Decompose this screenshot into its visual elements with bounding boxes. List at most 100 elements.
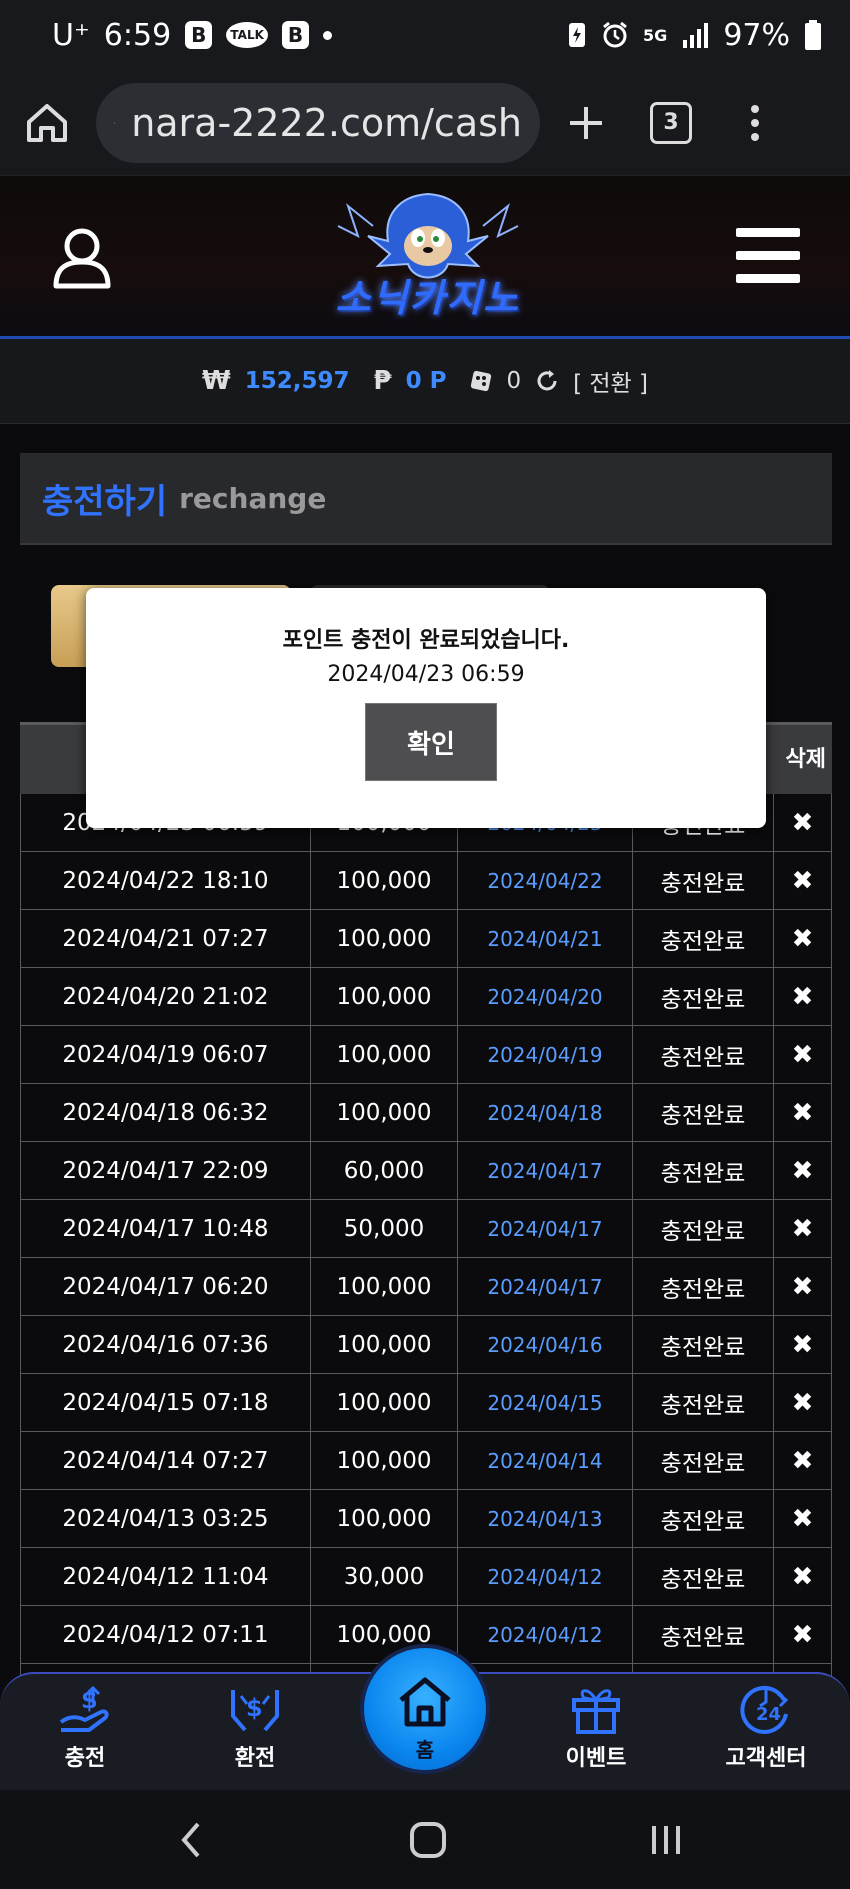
delete-icon[interactable]: ✖ (774, 1432, 832, 1489)
table-row: 2024/04/12 11:04 30,000 2024/04/12 충전완료 ✖ (20, 1548, 832, 1606)
delete-icon[interactable]: ✖ (774, 910, 832, 967)
nav-home-button[interactable]: 홈 (360, 1644, 490, 1774)
delete-icon[interactable]: ✖ (774, 1258, 832, 1315)
row-amount: 60,000 (311, 1142, 458, 1199)
b-app-icon: B (185, 21, 213, 49)
battery-icon (805, 20, 821, 50)
nav-exchange-label: 환전 (234, 1746, 276, 1771)
row-amount: 100,000 (311, 968, 458, 1025)
row-status: 충전완료 (633, 1548, 774, 1605)
table-row: 2024/04/18 06:32 100,000 2024/04/18 충전완료 ✖ (20, 1084, 832, 1142)
delete-icon[interactable]: ✖ (774, 1606, 832, 1663)
row-datetime: 2024/04/16 07:36 (20, 1316, 311, 1373)
row-datetime: 2024/04/14 07:27 (20, 1432, 311, 1489)
won-icon: ₩ (202, 366, 231, 396)
table-row: 2024/04/13 03:25 100,000 2024/04/13 충전완료 ✖ (20, 1490, 832, 1548)
user-icon[interactable] (52, 226, 112, 290)
nav-support[interactable]: 24 고객센터 (706, 1682, 826, 1772)
address-bar[interactable]: nara-2222.com/cash (96, 82, 540, 163)
tab-switcher[interactable]: 3 (650, 101, 692, 144)
table-row: 2024/04/17 22:09 60,000 2024/04/17 충전완료 ✖ (20, 1142, 832, 1200)
row-status: 충전완료 (633, 1316, 774, 1373)
table-row: 2024/04/17 10:48 50,000 2024/04/17 충전완료 ✖ (20, 1200, 832, 1258)
delete-icon[interactable]: ✖ (774, 968, 832, 1025)
row-status: 충전완료 (633, 1606, 774, 1663)
delete-icon[interactable]: ✖ (774, 794, 832, 851)
exchange-icon: $ (231, 1690, 279, 1732)
row-status: 충전완료 (633, 1490, 774, 1547)
back-icon[interactable] (176, 1820, 206, 1860)
row-datetime: 2024/04/22 18:10 (20, 852, 311, 909)
delete-icon[interactable]: ✖ (774, 1316, 832, 1373)
system-home-icon[interactable] (408, 1820, 448, 1860)
more-menu-icon[interactable] (748, 103, 762, 143)
charge-icon: $ (59, 1685, 109, 1732)
dialog-message: 포인트 충전이 완료되었습니다. (282, 628, 570, 653)
row-amount: 100,000 (311, 1432, 458, 1489)
battery-percent: 97% (723, 17, 790, 53)
hamburger-menu-icon[interactable] (736, 228, 800, 284)
home-nav-icon (399, 1677, 451, 1727)
delete-icon[interactable]: ✖ (774, 1490, 832, 1547)
table-row: 2024/04/16 07:36 100,000 2024/04/16 충전완료 ✖ (20, 1316, 832, 1374)
row-date: 2024/04/14 (458, 1432, 633, 1489)
nav-event-label: 이벤트 (565, 1746, 627, 1771)
row-status: 충전완료 (633, 1026, 774, 1083)
svg-text:$: $ (246, 1694, 263, 1722)
nav-event[interactable]: 이벤트 (536, 1682, 656, 1772)
home-icon[interactable] (24, 100, 70, 146)
count-value: 0 (506, 368, 522, 394)
delete-icon[interactable]: ✖ (774, 1084, 832, 1141)
row-date: 2024/04/19 (458, 1026, 633, 1083)
nav-home-label: 홈 (415, 1738, 435, 1762)
delete-icon[interactable]: ✖ (774, 1374, 832, 1431)
row-date: 2024/04/16 (458, 1316, 633, 1373)
new-tab-icon[interactable] (566, 103, 606, 143)
recents-icon[interactable] (648, 1820, 684, 1860)
row-datetime: 2024/04/20 21:02 (20, 968, 311, 1025)
row-date: 2024/04/13 (458, 1490, 633, 1547)
row-amount: 100,000 (311, 910, 458, 967)
table-row: 2024/04/19 06:07 100,000 2024/04/19 충전완료 ✖ (20, 1026, 832, 1084)
nav-exchange[interactable]: $ 환전 (195, 1682, 315, 1772)
row-date: 2024/04/18 (458, 1084, 633, 1141)
won-balance: 152,597 (244, 368, 350, 394)
alarm-icon (603, 21, 627, 48)
delete-icon[interactable]: ✖ (774, 1142, 832, 1199)
delete-icon[interactable]: ✖ (774, 1200, 832, 1257)
row-amount: 100,000 (311, 1258, 458, 1315)
gift-icon (572, 1689, 620, 1734)
site-logo[interactable]: 소닉카지노 (318, 186, 538, 334)
row-status: 충전완료 (633, 968, 774, 1025)
row-datetime: 2024/04/19 06:07 (20, 1026, 311, 1083)
row-date: 2024/04/22 (458, 852, 633, 909)
row-date: 2024/04/17 (458, 1258, 633, 1315)
refresh-icon[interactable] (535, 369, 559, 393)
confirm-button[interactable]: 확인 (365, 703, 497, 781)
row-datetime: 2024/04/17 22:09 (20, 1142, 311, 1199)
convert-button[interactable]: [ 전환 ] (573, 364, 648, 398)
delete-icon[interactable]: ✖ (774, 1026, 832, 1083)
row-amount: 30,000 (311, 1548, 458, 1605)
warning-icon (114, 122, 116, 123)
delete-icon[interactable]: ✖ (774, 852, 832, 909)
row-date: 2024/04/12 (458, 1548, 633, 1605)
alert-dialog: 포인트 충전이 완료되었습니다. 2024/04/23 06:59 확인 (86, 588, 766, 828)
b-app-icon-2: B (281, 21, 310, 49)
network-type: 5G (643, 25, 668, 45)
balance-bar: ₩ 152,597 ₱ 0 P 0 [ 전환 ] (0, 339, 850, 424)
row-status: 충전완료 (633, 1432, 774, 1489)
notification-dot-icon (323, 30, 333, 40)
dialog-timestamp: 2024/04/23 06:59 (327, 662, 525, 687)
row-amount: 100,000 (311, 1316, 458, 1373)
row-status: 충전완료 (633, 1142, 774, 1199)
browser-toolbar: nara-2222.com/cash 3 (0, 70, 850, 176)
table-row: 2024/04/14 07:27 100,000 2024/04/14 충전완료 ✖ (20, 1432, 832, 1490)
table-row: 2024/04/15 07:18 100,000 2024/04/15 충전완료 ✖ (20, 1374, 832, 1432)
delete-icon[interactable]: ✖ (774, 1548, 832, 1605)
nav-charge[interactable]: $ 충전 (25, 1682, 145, 1772)
point-balance: 0 P (405, 368, 447, 394)
row-status: 충전완료 (633, 1200, 774, 1257)
point-icon: ₱ (373, 366, 392, 396)
table-row: 2024/04/21 07:27 100,000 2024/04/21 충전완료 ✖ (20, 910, 832, 968)
